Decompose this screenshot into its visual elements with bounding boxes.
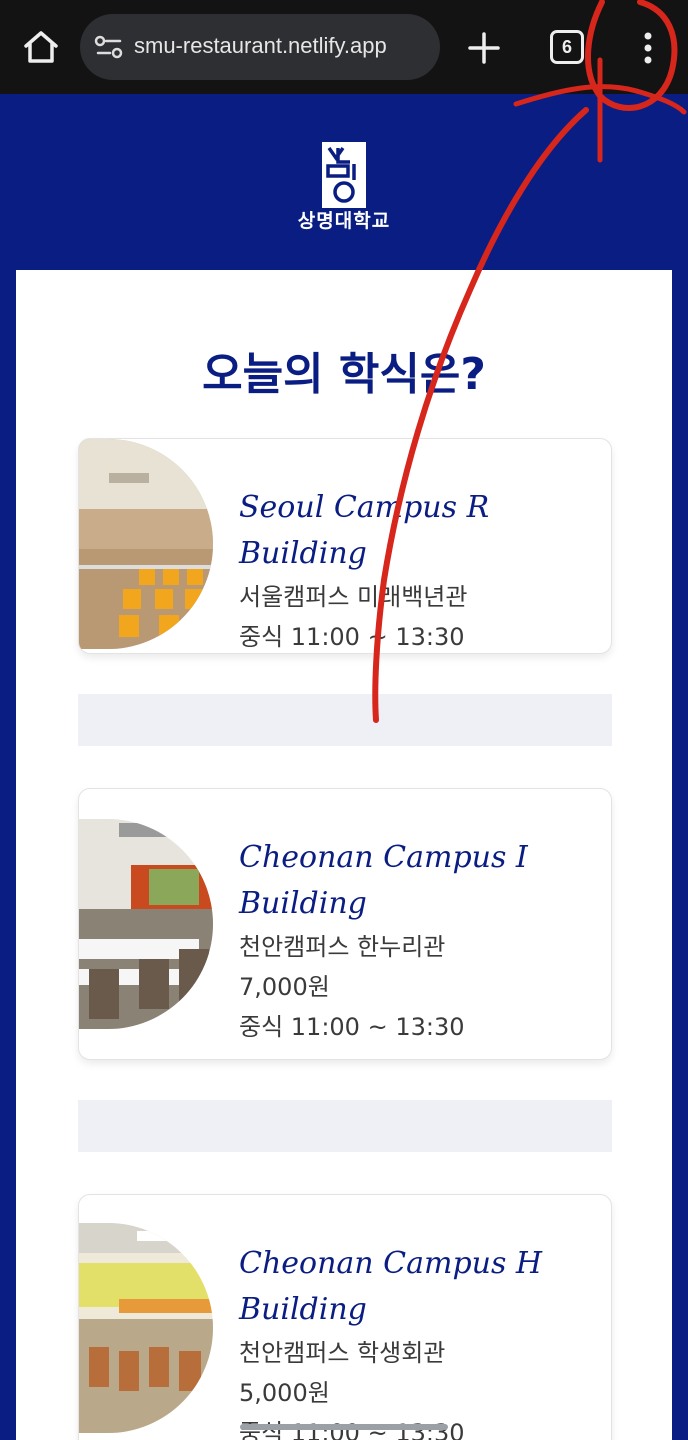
tab-switcher-button[interactable]: 6: [550, 30, 584, 64]
url-text: smu-restaurant.netlify.app: [134, 33, 387, 58]
card-hours: 중식 11:00 ~ 13:30: [239, 1013, 465, 1041]
restaurant-card[interactable]: Seoul Campus R Building 서울캠퍼스 미래백년관 중식 1…: [78, 438, 612, 654]
content-panel: 오늘의 학식은? Seoul Campus R Building 서울캠퍼스 미…: [16, 270, 672, 1440]
browser-toolbar: smu-restaurant.netlify.app 6: [0, 0, 688, 94]
card-body: Cheonan Campus I Building 천안캠퍼스 한누리관 7,0…: [239, 835, 599, 1047]
card-title: Cheonan Campus H Building: [239, 1246, 543, 1327]
restaurant-photo: [79, 819, 213, 1029]
restaurant-photo: [79, 1223, 213, 1433]
card-subtitle: 천안캠퍼스 한누리관: [239, 933, 446, 961]
card-subtitle: 천안캠퍼스 학생회관: [239, 1339, 446, 1367]
card-body: Seoul Campus R Building 서울캠퍼스 미래백년관 중식 1…: [239, 485, 599, 653]
card-title: Cheonan Campus I Building: [239, 840, 528, 921]
site-settings-icon[interactable]: [94, 34, 124, 60]
page-heading: 오늘의 학식은?: [202, 349, 486, 400]
card-price: 7,000원: [239, 973, 330, 1001]
divider-block: [78, 694, 612, 746]
divider-block: [78, 1100, 612, 1152]
restaurant-photo: [79, 439, 213, 649]
web-page: 상명대학교 오늘의 학식은? Seoul Campus R Building 서…: [0, 94, 688, 1440]
card-title: Seoul Campus R Building: [239, 490, 490, 571]
card-price: 5,000원: [239, 1379, 330, 1407]
logo-text: 상명대학교: [297, 210, 391, 232]
restaurant-card[interactable]: Cheonan Campus H Building 천안캠퍼스 학생회관 5,0…: [78, 1194, 612, 1440]
home-icon[interactable]: [18, 24, 64, 70]
card-body: Cheonan Campus H Building 천안캠퍼스 학생회관 5,0…: [239, 1241, 599, 1440]
more-options-icon[interactable]: [630, 28, 666, 68]
gesture-bar[interactable]: [240, 1424, 448, 1430]
card-subtitle: 서울캠퍼스 미래백년관: [239, 583, 468, 611]
new-tab-icon[interactable]: [466, 30, 502, 66]
card-hours: 중식 11:00 ~ 13:30: [239, 623, 465, 651]
restaurant-card[interactable]: Cheonan Campus I Building 천안캠퍼스 한누리관 7,0…: [78, 788, 612, 1060]
address-bar[interactable]: smu-restaurant.netlify.app: [80, 14, 440, 80]
